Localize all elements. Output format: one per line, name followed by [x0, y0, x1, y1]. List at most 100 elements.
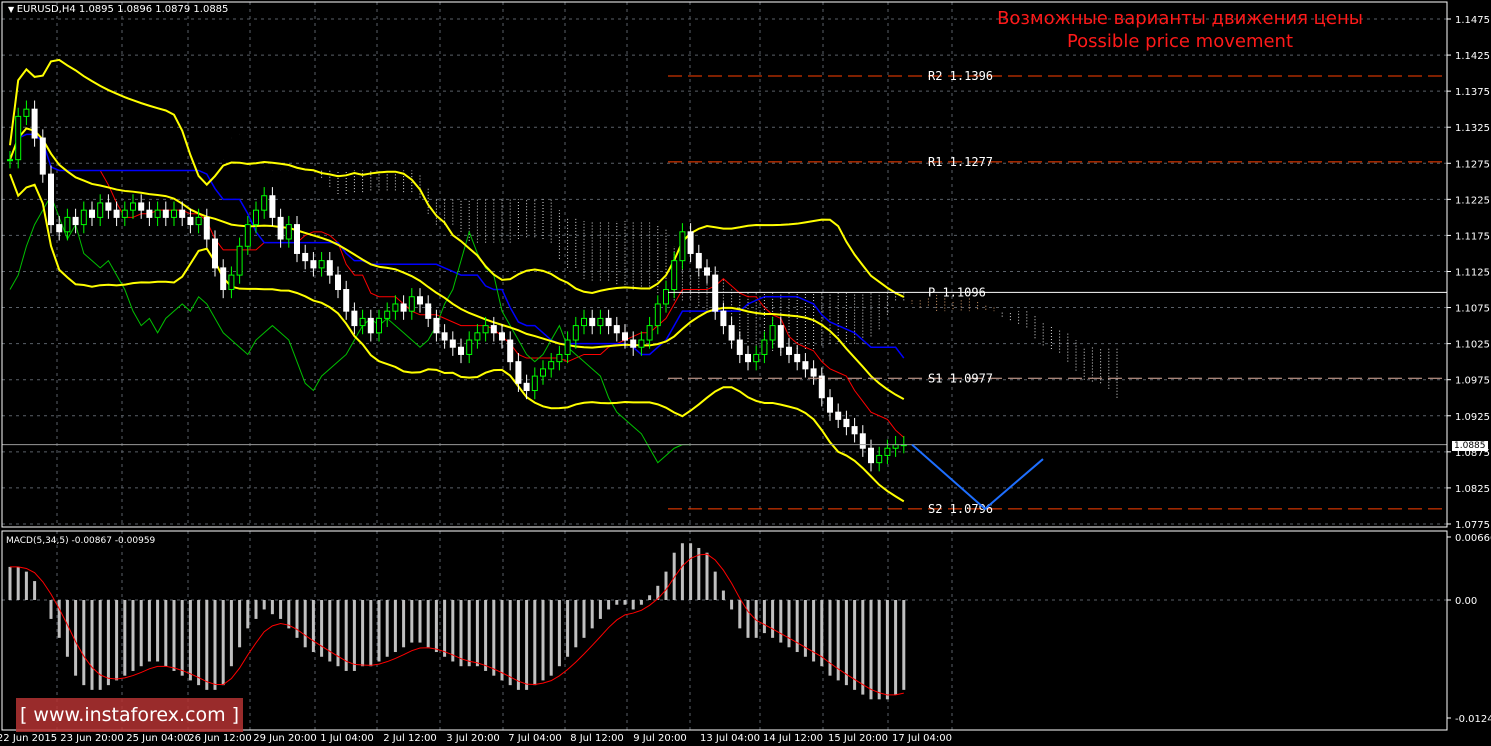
macd-bar: [229, 600, 233, 667]
candle-body: [277, 216, 284, 240]
candle-body: [154, 209, 161, 218]
price-chart[interactable]: R2 1.1396 R1 1.1277 P 1.1096 S1 1.0977 S2 1.…: [0, 0, 1491, 746]
macd-bar: [426, 600, 430, 648]
macd-bar: [33, 581, 37, 600]
candle-body: [663, 289, 669, 305]
candle-body: [203, 216, 210, 240]
candle-body: [736, 339, 743, 355]
candle-body: [253, 209, 259, 226]
candle-body: [449, 339, 456, 348]
ohlc-readout: 1.0895 1.0896 1.0879 1.0885: [78, 4, 229, 15]
x-tick-label: 15 Jul 20:00: [828, 733, 888, 744]
macd-bar: [885, 600, 889, 700]
macd-bar: [279, 600, 283, 619]
candle-body: [294, 224, 300, 254]
macd-bar: [115, 600, 119, 681]
macd-bar: [254, 600, 258, 619]
candle-body: [695, 252, 702, 269]
candle-body: [269, 195, 276, 218]
candle-body: [171, 209, 177, 218]
instaforex-logo[interactable]: [ www.instaforex.com ]: [16, 698, 243, 732]
y-tick-label: 1.1325: [1455, 123, 1490, 134]
candle-body: [310, 260, 317, 269]
macd-bar: [418, 600, 422, 643]
candle-body: [638, 339, 645, 348]
candle-body: [654, 303, 661, 327]
candle-body: [146, 209, 153, 218]
candle-body: [712, 274, 719, 312]
x-tick-label: 3 Jul 20:00: [446, 733, 500, 744]
macd-bar: [467, 600, 471, 667]
candle-body: [121, 209, 128, 218]
macd-bar: [721, 590, 725, 600]
symbol-title[interactable]: EURUSD,H4 1.0895 1.0896 1.0879 1.0885: [8, 4, 229, 15]
macd-bar: [844, 600, 848, 686]
macd-bar: [90, 600, 94, 690]
candle-body: [851, 426, 858, 435]
candle-body: [523, 382, 530, 392]
macd-bar: [533, 600, 537, 686]
candle-body: [786, 346, 792, 355]
candle-body: [794, 353, 801, 363]
macd-bar: [156, 600, 160, 662]
caption-ru: Возможные варианты движения цены: [997, 8, 1363, 29]
macd-bar: [98, 600, 102, 690]
candle-body: [728, 325, 735, 341]
macd-bar: [771, 600, 775, 638]
macd-bar: [705, 552, 709, 600]
candle-body: [335, 274, 341, 291]
candle-body: [97, 202, 104, 218]
candle-body: [285, 224, 292, 240]
bollinger-upper: [9, 58, 905, 298]
macd-bar: [131, 600, 135, 671]
macd-bar: [361, 600, 365, 667]
macd-bar: [549, 600, 553, 676]
macd-bar: [49, 600, 53, 619]
x-tick-label: 14 Jul 12:00: [763, 733, 823, 744]
candle-body: [876, 454, 883, 464]
candle-body: [679, 231, 686, 262]
x-tick-label: 13 Jul 04:00: [700, 733, 760, 744]
forecast-path-line: [911, 443, 1044, 511]
tenkan-sen-line: [9, 133, 905, 438]
macd-bar: [615, 600, 619, 605]
candle-body: [769, 325, 776, 341]
candle-body: [687, 231, 694, 254]
macd-bar: [557, 600, 561, 667]
bollinger-middle: [9, 127, 905, 401]
macd-bar: [262, 600, 266, 610]
macd-bar: [680, 543, 684, 600]
macd-bar: [894, 600, 898, 695]
macd-bar: [139, 600, 143, 667]
x-tick-label: 22 Jun 2015: [0, 733, 57, 744]
macd-bar: [508, 600, 512, 686]
x-tick-label: 1 Jul 04:00: [320, 733, 374, 744]
candle-body: [753, 353, 760, 363]
grid: [2, 2, 1447, 730]
candle-body: [818, 375, 825, 399]
candle-body: [89, 209, 95, 218]
candle-body: [540, 368, 546, 377]
candle-body: [72, 216, 79, 226]
macd-bar: [500, 600, 504, 681]
candle-body: [433, 317, 440, 334]
macd-bar: [402, 600, 406, 648]
y-tick-label: 1.1075: [1455, 304, 1490, 315]
macd-bar: [664, 571, 668, 600]
macd-bar: [287, 600, 291, 629]
macd-bar: [746, 600, 750, 638]
macd-bar: [566, 600, 570, 657]
macd-bar: [410, 600, 414, 643]
candle-body: [113, 209, 120, 218]
x-tick-label: 23 Jun 20:00: [60, 733, 124, 744]
macd-bar: [623, 600, 627, 605]
candle-body: [105, 202, 112, 211]
macd-bar: [607, 600, 611, 610]
y-tick-label: 1.0975: [1455, 376, 1490, 387]
macd-bar: [238, 600, 242, 648]
candle-body: [859, 433, 866, 449]
candle-body: [441, 332, 448, 341]
candle-body: [613, 325, 620, 334]
candle-body: [343, 289, 350, 312]
macd-bar: [221, 600, 225, 686]
